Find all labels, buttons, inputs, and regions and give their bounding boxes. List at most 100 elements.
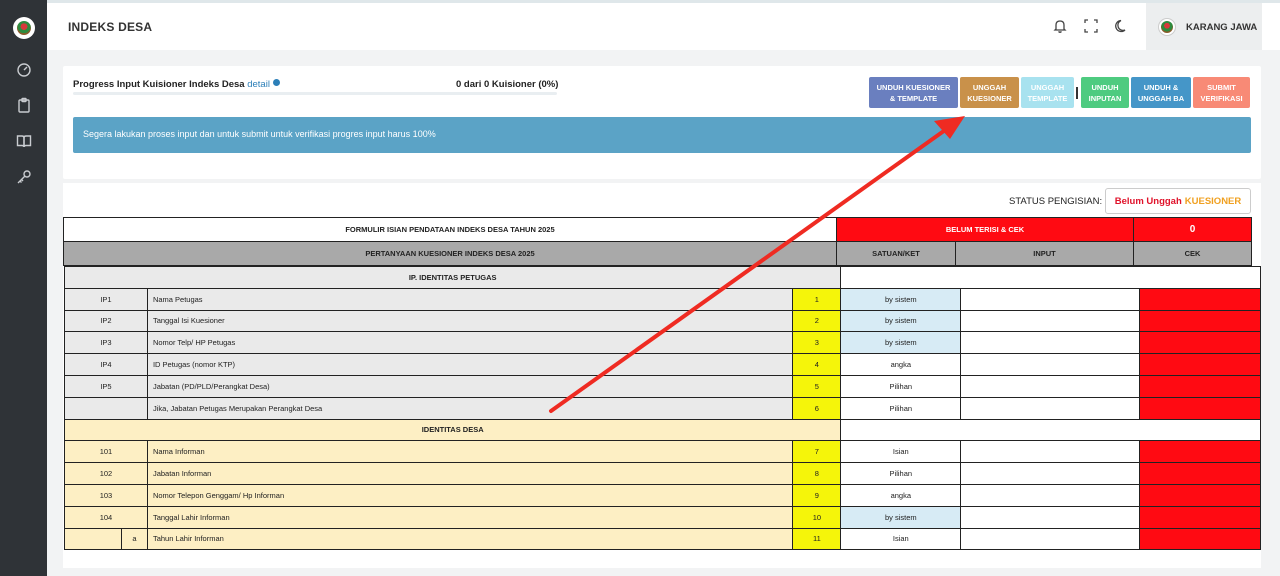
progress-title: Progress Input Kuisioner Indeks Desa — [73, 79, 245, 90]
row-input[interactable] — [960, 353, 1141, 376]
unggah-template-button[interactable]: UNGGAH TEMPLATE — [1021, 77, 1074, 108]
row-question: ID Petugas (nomor KTP) — [146, 353, 794, 376]
row-code: IP4 — [64, 353, 148, 376]
col-cek: CEK — [1133, 241, 1252, 266]
row-input[interactable] — [960, 505, 1141, 529]
row-input[interactable] — [960, 374, 1141, 398]
row-satuan: angka — [840, 483, 962, 507]
unduh-kuesioner-template-button[interactable]: UNDUH KUESIONER & TEMPLATE — [869, 77, 958, 108]
row-satuan: by sistem — [840, 505, 962, 529]
row-satuan: Isian — [840, 527, 962, 551]
row-number: 11 — [792, 527, 842, 551]
submit-verifikasi-button[interactable]: SUBMIT VERIFIKASI — [1193, 77, 1250, 108]
section-identitas-desa: IDENTITAS DESA — [63, 418, 842, 442]
row-input[interactable] — [960, 527, 1141, 551]
questions-table: IP. IDENTITAS PETUGAS IP1 Nama Petugas 1 by… — [63, 266, 1261, 551]
row-question: Tanggal Isi Kuesioner — [146, 309, 794, 333]
form-card: STATUS PENGISIAN: Belum Unggah KUESIONER… — [63, 183, 1261, 568]
button-divider — [1076, 87, 1078, 99]
user-name: KARANG JAWA — [1186, 22, 1258, 33]
row-question: Jabatan (PD/PLD/Perangkat Desa) — [146, 374, 794, 398]
row-satuan: by sistem — [840, 309, 962, 333]
detail-link[interactable]: detail — [247, 79, 270, 90]
row-cek — [1139, 353, 1261, 376]
row-number: 6 — [792, 396, 842, 420]
sidebar — [0, 0, 47, 576]
questions-header: PERTANYAAN KUESIONER INDEKS DESA 2025 — [63, 241, 837, 266]
row-cek — [1139, 527, 1261, 551]
row-satuan: Pilihan — [840, 374, 962, 398]
row-sub-code: a — [120, 527, 148, 551]
status-badge: Belum Unggah KUESIONER — [1105, 188, 1251, 214]
progress-card: Progress Input Kuisioner Indeks Desa det… — [63, 66, 1261, 179]
unggah-kuesioner-button[interactable]: UNGGAH KUESIONER — [960, 77, 1019, 108]
bell-icon[interactable] — [1052, 18, 1068, 34]
row-input[interactable] — [960, 440, 1141, 464]
row-number: 3 — [792, 331, 842, 355]
row-cek — [1139, 374, 1261, 398]
row-number: 8 — [792, 462, 842, 485]
clipboard-icon[interactable] — [16, 97, 32, 113]
row-question: Nama Petugas — [146, 287, 794, 311]
progress-count: 0 dari 0 Kuisioner (0%) — [456, 79, 559, 90]
form-title: FORMULIR ISIAN PENDATAAN INDEKS DESA TAH… — [63, 217, 837, 242]
status-label: STATUS PENGISIAN: — [1009, 196, 1103, 207]
moon-icon[interactable] — [1114, 18, 1130, 34]
user-menu[interactable]: KARANG JAWA — [1146, 3, 1262, 50]
row-input[interactable] — [960, 483, 1141, 507]
page-title: INDEKS DESA — [68, 20, 153, 34]
row-number: 4 — [792, 353, 842, 376]
row-input[interactable] — [960, 287, 1141, 311]
row-code: IP5 — [64, 374, 148, 398]
row-question: Nama Informan — [146, 440, 794, 464]
row-satuan: Pilihan — [840, 462, 962, 485]
info-icon[interactable] — [272, 79, 280, 86]
row-cek — [1139, 483, 1261, 507]
row-input[interactable] — [960, 462, 1141, 485]
row-question: Jabatan Informan — [146, 462, 794, 485]
unduh-unggah-ba-button[interactable]: UNDUH & UNGGAH BA — [1131, 77, 1191, 108]
row-cek — [1139, 396, 1261, 420]
row-input[interactable] — [960, 309, 1141, 333]
fullscreen-icon[interactable] — [1083, 18, 1099, 34]
row-satuan: Isian — [840, 440, 962, 464]
row-cek — [1139, 309, 1261, 333]
row-cek — [1139, 462, 1261, 485]
row-cek — [1139, 287, 1261, 311]
row-number: 9 — [792, 483, 842, 507]
row-code — [64, 396, 148, 420]
row-number: 10 — [792, 505, 842, 529]
row-code: 102 — [64, 462, 148, 485]
dashboard-icon[interactable] — [16, 61, 32, 77]
row-input[interactable] — [960, 396, 1141, 420]
app-logo[interactable] — [13, 17, 35, 39]
form-header-table: FORMULIR ISIAN PENDATAAN INDEKS DESA TAH… — [63, 217, 1252, 266]
top-header: INDEKS DESA KARANG JAWA — [47, 0, 1280, 50]
book-icon[interactable] — [16, 133, 32, 149]
row-code: 104 — [64, 505, 148, 529]
row-question: Nomor Telp/ HP Petugas — [146, 331, 794, 355]
info-alert: Segera lakukan proses input dan untuk su… — [73, 117, 1251, 153]
row-input[interactable] — [960, 331, 1141, 355]
row-question: Nomor Telepon Genggam/ Hp Informan — [146, 483, 794, 507]
row-number: 1 — [792, 287, 842, 311]
col-satuan: SATUAN/KET — [836, 241, 956, 266]
row-code: IP1 — [64, 287, 148, 311]
status-text: Belum Unggah — [1114, 195, 1182, 207]
progress-bar — [73, 92, 557, 95]
row-code: IP3 — [64, 331, 148, 355]
row-code: IP2 — [64, 309, 148, 333]
unduh-inputan-button[interactable]: UNDUH INPUTAN — [1081, 77, 1129, 108]
row-satuan: Pilihan — [840, 396, 962, 420]
form-status-cell: BELUM TERISI & CEK — [836, 217, 1134, 242]
row-satuan: by sistem — [840, 287, 962, 311]
row-code: 101 — [64, 440, 148, 464]
key-icon[interactable] — [16, 169, 32, 185]
row-question: Jika, Jabatan Petugas Merupakan Perangka… — [146, 396, 794, 420]
col-input: INPUT — [955, 241, 1134, 266]
progress-label: Progress Input Kuisioner Indeks Desa det… — [73, 79, 280, 90]
status-target: KUESIONER — [1184, 195, 1242, 207]
row-cek — [1139, 440, 1261, 464]
row-question: Tahun Lahir Informan — [146, 527, 794, 551]
row-number: 7 — [792, 440, 842, 464]
